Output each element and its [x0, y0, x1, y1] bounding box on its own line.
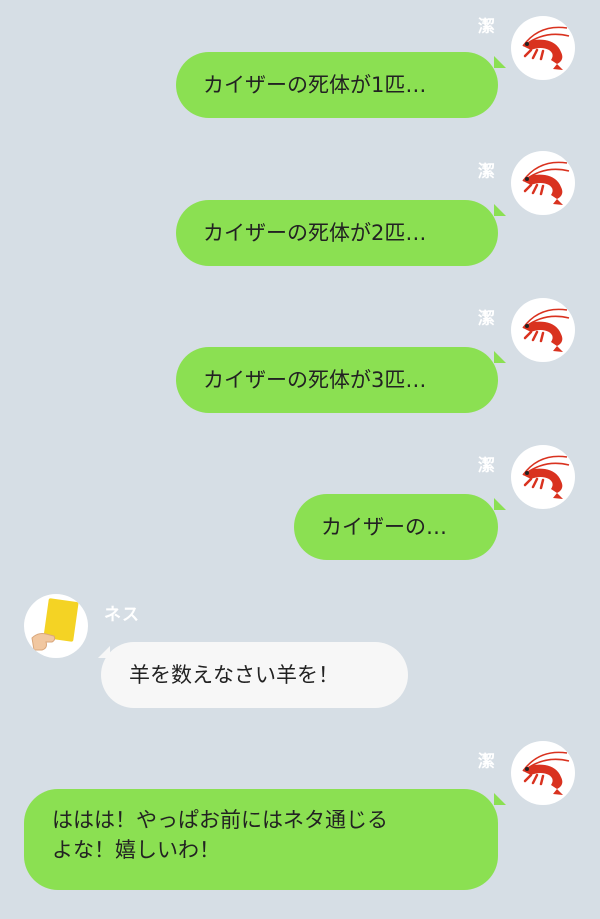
- avatar[interactable]: [511, 445, 575, 509]
- sender-name: 潔: [478, 162, 496, 182]
- message-bubble[interactable]: カイザーの死体が1匹…: [176, 52, 498, 118]
- bubble-tail: [494, 793, 506, 805]
- message-bubble[interactable]: カイザーの死体が3匹…: [176, 347, 498, 413]
- shrimp-icon: [522, 26, 570, 70]
- bubble-tail: [494, 351, 506, 363]
- sender-name: 潔: [478, 309, 496, 329]
- shrimp-icon: [522, 308, 570, 352]
- message-bubble[interactable]: 羊を数えなさい羊を！: [101, 642, 408, 708]
- message-bubble[interactable]: ははは！やっぱお前にはネタ通じる よな！嬉しいわ！: [24, 789, 498, 890]
- bubble-tail: [494, 498, 506, 510]
- avatar[interactable]: [511, 298, 575, 362]
- message-text: カイザーの死体が1匹…: [203, 72, 427, 97]
- sender-name: 潔: [478, 17, 496, 37]
- message-text-line: ははは！やっぱお前にはネタ通じる: [52, 808, 388, 832]
- bubble-tail: [494, 56, 506, 68]
- bubble-tail: [494, 204, 506, 216]
- sender-name: 潔: [478, 752, 496, 772]
- sender-name: 潔: [478, 456, 496, 476]
- shrimp-icon: [522, 751, 570, 795]
- message-bubble[interactable]: カイザーの死体が2匹…: [176, 200, 498, 266]
- message-text: カイザーの死体が2匹…: [203, 220, 427, 245]
- shrimp-icon: [522, 161, 570, 205]
- shrimp-icon: [522, 455, 570, 499]
- sender-name: ネス: [104, 605, 140, 625]
- message-text-line: よな！嬉しいわ！: [52, 838, 220, 863]
- avatar[interactable]: [24, 594, 88, 658]
- message-bubble[interactable]: カイザーの…: [294, 494, 498, 560]
- message-text: カイザーの…: [321, 514, 447, 539]
- avatar[interactable]: [511, 151, 575, 215]
- message-text: 羊を数えなさい羊を！: [129, 662, 339, 687]
- avatar[interactable]: [511, 741, 575, 805]
- avatar[interactable]: [511, 16, 575, 80]
- yellow-card-icon: [31, 598, 79, 651]
- message-text: カイザーの死体が3匹…: [203, 367, 427, 392]
